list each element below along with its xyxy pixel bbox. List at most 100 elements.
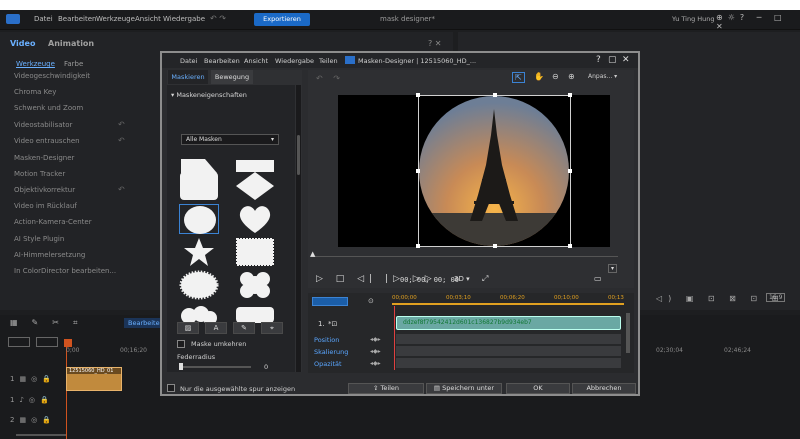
3d-toggle[interactable]: 3D ▾ <box>454 275 470 283</box>
resize-handle[interactable] <box>568 169 572 173</box>
resize-handle[interactable] <box>568 244 572 248</box>
tool-item[interactable]: Schwenk und Zoom <box>14 104 83 112</box>
tool-item[interactable]: In ColorDirector bearbeiten... <box>14 267 116 275</box>
maximize-icon[interactable]: ▢ <box>608 55 617 65</box>
reset-icon[interactable]: ↶ <box>118 136 125 145</box>
section-title[interactable]: ▾ Maskeneigenschaften <box>171 91 247 99</box>
mask-shape-cloud[interactable] <box>179 301 219 325</box>
image-mask-button[interactable]: ▨ <box>177 322 199 334</box>
tab-animation[interactable]: Animation <box>48 39 94 48</box>
track-toolbar[interactable]: ▦✎✂⌗ <box>10 318 91 328</box>
zoom-out-icon[interactable]: ⊖ <box>552 72 559 81</box>
zoom-select[interactable]: Anpas... ▾ <box>588 72 624 82</box>
mask-shape-diamond[interactable] <box>235 171 275 201</box>
zoom-slider[interactable] <box>16 434 66 436</box>
resize-handle[interactable] <box>568 93 572 97</box>
resize-handle[interactable] <box>416 169 420 173</box>
scale-track[interactable] <box>396 346 621 356</box>
user-name[interactable]: Yu Ting Hung <box>672 15 715 23</box>
save-as-button[interactable]: ▤ Speichern unter <box>426 383 502 394</box>
resize-handle[interactable] <box>493 93 497 97</box>
menu-werkzeuge[interactable]: Werkzeuge <box>96 15 135 23</box>
video-clip[interactable]: 12515060_HD_01 <box>66 367 122 391</box>
opacity-track[interactable] <box>396 358 621 368</box>
keyframe-nav[interactable]: ◂◆▸ <box>370 348 381 355</box>
tool-item[interactable]: Action-Kamera-Center <box>14 218 92 226</box>
dlg-menu-ansicht[interactable]: Ansicht <box>244 57 268 65</box>
tool-item[interactable]: Masken-Designer <box>14 154 74 162</box>
fit-button[interactable] <box>36 337 58 347</box>
menu-wiedergabe[interactable]: Wiedergabe <box>163 15 205 23</box>
mask-clip[interactable]: ddzef8f79542412d601c136827b9d934eb7 <box>396 316 621 330</box>
mask-shape-burst[interactable] <box>179 270 219 300</box>
tool-item[interactable]: Video im Rücklauf <box>14 202 77 210</box>
tab-bewegung[interactable]: Bewegung <box>211 70 253 84</box>
tool-item[interactable]: Objektivkorrektur <box>14 186 75 194</box>
feather-slider[interactable] <box>179 363 251 370</box>
hand-tool-icon[interactable]: ✋ <box>534 72 544 81</box>
export-button[interactable]: Exportieren <box>254 13 310 26</box>
keyframe-nav[interactable]: ◂◆▸ <box>370 336 381 343</box>
subtab-farbe[interactable]: Farbe <box>64 60 83 68</box>
mask-shape-star[interactable] <box>179 237 219 267</box>
zoom-in-icon[interactable]: ⊕ <box>568 72 575 81</box>
tab-maskieren[interactable]: Maskieren <box>168 70 208 84</box>
path-mask-button[interactable]: ⌖ <box>261 322 283 334</box>
keyframe-view-button[interactable] <box>312 297 348 306</box>
resolution-badge[interactable]: 16:9 <box>766 293 786 302</box>
mask-shape-circle[interactable] <box>179 204 219 234</box>
mask-shape-flower[interactable] <box>235 270 275 300</box>
reset-icon[interactable]: ↶ <box>118 120 125 129</box>
position-track[interactable] <box>396 334 621 344</box>
mask-category-select[interactable]: Alle Masken ▾ <box>181 134 279 145</box>
help-icon[interactable]: ? <box>596 55 601 65</box>
collapse-icon[interactable]: ▾ <box>608 264 618 273</box>
menu-datei[interactable]: Datei <box>34 15 53 23</box>
menu-bearbeiten[interactable]: Bearbeiten <box>58 15 96 23</box>
mask-shape-banner[interactable] <box>179 151 219 173</box>
sidebar-scrollbar[interactable] <box>296 85 301 372</box>
preview-canvas[interactable] <box>338 93 610 248</box>
add-keyframe-icon[interactable]: ⊙ <box>368 297 374 305</box>
tool-item[interactable]: Chroma Key <box>14 88 56 96</box>
share-button[interactable]: ⇪ Teilen <box>348 383 424 394</box>
window-controls[interactable]: ⊕☼? ─ □ ✕ <box>716 13 800 31</box>
mask-shape-rect-wide[interactable] <box>235 151 275 172</box>
reset-icon[interactable]: ↶ <box>118 185 125 194</box>
attr-opacity[interactable]: Opazität <box>314 360 342 368</box>
resize-handle[interactable] <box>493 244 497 248</box>
tool-item[interactable]: Motion Tracker <box>14 170 65 178</box>
resize-handle[interactable] <box>416 93 420 97</box>
resize-handle[interactable] <box>416 244 420 248</box>
attr-position[interactable]: Position <box>314 336 339 344</box>
dlg-menu-teilen[interactable]: Teilen <box>319 57 338 65</box>
timeline-scrollbar[interactable] <box>626 313 630 353</box>
seek-handle[interactable]: ▲ <box>310 250 315 258</box>
dlg-menu-wiedergabe[interactable]: Wiedergabe <box>275 57 314 65</box>
subtab-werkzeuge[interactable]: Werkzeuge <box>16 60 55 68</box>
preview-seekbar[interactable] <box>312 256 618 257</box>
mask-shape-speech-bubble[interactable] <box>235 301 275 323</box>
mask-shape-stamp[interactable] <box>235 237 275 267</box>
tool-item[interactable]: AI Style Plugin <box>14 235 64 243</box>
undo-redo-icons[interactable]: ↶ ↷ <box>316 74 344 83</box>
aspect-icon[interactable]: ▭ <box>594 274 602 283</box>
menu-ansicht[interactable]: Ansicht <box>135 15 161 23</box>
mask-shape-heart[interactable] <box>235 204 275 234</box>
brush-mask-button[interactable]: ✎ <box>233 322 255 334</box>
help-icon[interactable]: ? ✕ <box>428 39 442 48</box>
track-1-controls[interactable]: 1▦◎🔒 <box>10 375 56 383</box>
track-audio-controls[interactable]: 1♪◎🔒 <box>10 396 54 404</box>
close-icon[interactable]: ✕ <box>622 55 630 65</box>
only-selected-checkbox[interactable] <box>167 384 175 392</box>
keyframe-nav[interactable]: ◂◆▸ <box>370 360 381 367</box>
tool-item[interactable]: Videogeschwindigkeit <box>14 72 90 80</box>
cancel-button[interactable]: Abbrechen <box>572 383 636 394</box>
fullscreen-icon[interactable]: ⤢ <box>482 274 488 284</box>
timecode[interactable]: 00; 00; 00; 00 <box>400 276 459 284</box>
tool-item[interactable]: AI-Himmelersetzung <box>14 251 85 259</box>
undo-icon[interactable]: ↶ ↷ <box>210 14 226 23</box>
text-mask-button[interactable]: A <box>205 322 227 334</box>
ok-button[interactable]: OK <box>506 383 570 394</box>
tab-video[interactable]: Video <box>10 39 35 48</box>
